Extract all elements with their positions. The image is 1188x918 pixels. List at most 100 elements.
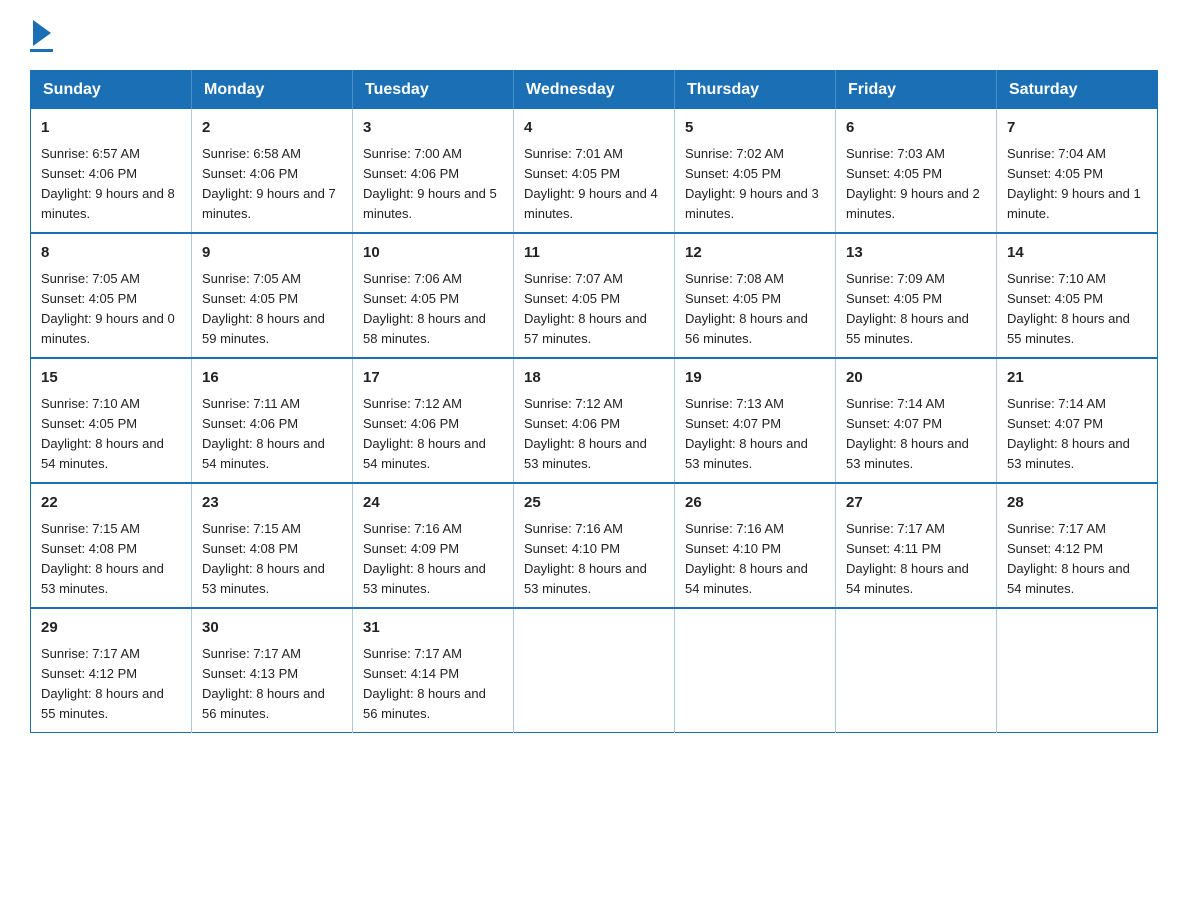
day-number: 23 xyxy=(202,492,342,515)
day-info: Sunrise: 7:16 AMSunset: 4:10 PMDaylight:… xyxy=(524,521,647,596)
day-number: 21 xyxy=(1007,367,1147,390)
weekday-header-monday: Monday xyxy=(192,71,353,110)
day-info: Sunrise: 7:04 AMSunset: 4:05 PMDaylight:… xyxy=(1007,146,1141,221)
day-number: 2 xyxy=(202,117,342,140)
day-number: 26 xyxy=(685,492,825,515)
day-info: Sunrise: 7:15 AMSunset: 4:08 PMDaylight:… xyxy=(202,521,325,596)
logo xyxy=(30,20,53,52)
day-number: 31 xyxy=(363,617,503,640)
day-cell: 14 Sunrise: 7:10 AMSunset: 4:05 PMDaylig… xyxy=(997,233,1158,358)
day-cell: 9 Sunrise: 7:05 AMSunset: 4:05 PMDayligh… xyxy=(192,233,353,358)
day-cell: 28 Sunrise: 7:17 AMSunset: 4:12 PMDaylig… xyxy=(997,483,1158,608)
weekday-header-sunday: Sunday xyxy=(31,71,192,110)
day-info: Sunrise: 7:17 AMSunset: 4:14 PMDaylight:… xyxy=(363,646,486,721)
day-info: Sunrise: 7:10 AMSunset: 4:05 PMDaylight:… xyxy=(1007,271,1130,346)
day-number: 20 xyxy=(846,367,986,390)
day-cell xyxy=(997,608,1158,733)
day-info: Sunrise: 6:58 AMSunset: 4:06 PMDaylight:… xyxy=(202,146,336,221)
page: SundayMondayTuesdayWednesdayThursdayFrid… xyxy=(0,0,1188,753)
day-cell: 20 Sunrise: 7:14 AMSunset: 4:07 PMDaylig… xyxy=(836,358,997,483)
day-number: 18 xyxy=(524,367,664,390)
day-cell: 18 Sunrise: 7:12 AMSunset: 4:06 PMDaylig… xyxy=(514,358,675,483)
day-number: 17 xyxy=(363,367,503,390)
day-cell xyxy=(675,608,836,733)
day-cell: 22 Sunrise: 7:15 AMSunset: 4:08 PMDaylig… xyxy=(31,483,192,608)
day-info: Sunrise: 7:17 AMSunset: 4:12 PMDaylight:… xyxy=(1007,521,1130,596)
day-info: Sunrise: 7:13 AMSunset: 4:07 PMDaylight:… xyxy=(685,396,808,471)
day-cell: 26 Sunrise: 7:16 AMSunset: 4:10 PMDaylig… xyxy=(675,483,836,608)
header xyxy=(30,20,1158,52)
day-cell: 25 Sunrise: 7:16 AMSunset: 4:10 PMDaylig… xyxy=(514,483,675,608)
day-number: 12 xyxy=(685,242,825,265)
day-cell: 27 Sunrise: 7:17 AMSunset: 4:11 PMDaylig… xyxy=(836,483,997,608)
day-cell: 8 Sunrise: 7:05 AMSunset: 4:05 PMDayligh… xyxy=(31,233,192,358)
day-cell: 11 Sunrise: 7:07 AMSunset: 4:05 PMDaylig… xyxy=(514,233,675,358)
week-row-1: 1 Sunrise: 6:57 AMSunset: 4:06 PMDayligh… xyxy=(31,109,1158,233)
day-number: 30 xyxy=(202,617,342,640)
day-cell: 17 Sunrise: 7:12 AMSunset: 4:06 PMDaylig… xyxy=(353,358,514,483)
day-cell: 4 Sunrise: 7:01 AMSunset: 4:05 PMDayligh… xyxy=(514,109,675,233)
day-info: Sunrise: 7:06 AMSunset: 4:05 PMDaylight:… xyxy=(363,271,486,346)
day-number: 4 xyxy=(524,117,664,140)
day-info: Sunrise: 7:12 AMSunset: 4:06 PMDaylight:… xyxy=(363,396,486,471)
day-cell: 12 Sunrise: 7:08 AMSunset: 4:05 PMDaylig… xyxy=(675,233,836,358)
day-number: 9 xyxy=(202,242,342,265)
weekday-header-wednesday: Wednesday xyxy=(514,71,675,110)
weekday-header-row: SundayMondayTuesdayWednesdayThursdayFrid… xyxy=(31,71,1158,110)
day-info: Sunrise: 6:57 AMSunset: 4:06 PMDaylight:… xyxy=(41,146,175,221)
day-cell: 16 Sunrise: 7:11 AMSunset: 4:06 PMDaylig… xyxy=(192,358,353,483)
day-info: Sunrise: 7:08 AMSunset: 4:05 PMDaylight:… xyxy=(685,271,808,346)
day-cell: 2 Sunrise: 6:58 AMSunset: 4:06 PMDayligh… xyxy=(192,109,353,233)
day-number: 28 xyxy=(1007,492,1147,515)
day-number: 10 xyxy=(363,242,503,265)
day-number: 11 xyxy=(524,242,664,265)
day-info: Sunrise: 7:15 AMSunset: 4:08 PMDaylight:… xyxy=(41,521,164,596)
day-number: 19 xyxy=(685,367,825,390)
day-info: Sunrise: 7:00 AMSunset: 4:06 PMDaylight:… xyxy=(363,146,497,221)
day-info: Sunrise: 7:10 AMSunset: 4:05 PMDaylight:… xyxy=(41,396,164,471)
day-number: 29 xyxy=(41,617,181,640)
logo-underline xyxy=(30,49,53,52)
weekday-header-friday: Friday xyxy=(836,71,997,110)
day-number: 13 xyxy=(846,242,986,265)
day-cell: 19 Sunrise: 7:13 AMSunset: 4:07 PMDaylig… xyxy=(675,358,836,483)
day-cell: 6 Sunrise: 7:03 AMSunset: 4:05 PMDayligh… xyxy=(836,109,997,233)
logo-arrow-icon xyxy=(33,20,51,46)
week-row-3: 15 Sunrise: 7:10 AMSunset: 4:05 PMDaylig… xyxy=(31,358,1158,483)
day-cell: 1 Sunrise: 6:57 AMSunset: 4:06 PMDayligh… xyxy=(31,109,192,233)
weekday-header-saturday: Saturday xyxy=(997,71,1158,110)
day-info: Sunrise: 7:01 AMSunset: 4:05 PMDaylight:… xyxy=(524,146,658,221)
weekday-header-tuesday: Tuesday xyxy=(353,71,514,110)
day-info: Sunrise: 7:16 AMSunset: 4:10 PMDaylight:… xyxy=(685,521,808,596)
day-info: Sunrise: 7:14 AMSunset: 4:07 PMDaylight:… xyxy=(1007,396,1130,471)
day-info: Sunrise: 7:16 AMSunset: 4:09 PMDaylight:… xyxy=(363,521,486,596)
day-number: 16 xyxy=(202,367,342,390)
weekday-header-thursday: Thursday xyxy=(675,71,836,110)
day-info: Sunrise: 7:11 AMSunset: 4:06 PMDaylight:… xyxy=(202,396,325,471)
day-cell: 31 Sunrise: 7:17 AMSunset: 4:14 PMDaylig… xyxy=(353,608,514,733)
day-info: Sunrise: 7:17 AMSunset: 4:13 PMDaylight:… xyxy=(202,646,325,721)
day-cell: 13 Sunrise: 7:09 AMSunset: 4:05 PMDaylig… xyxy=(836,233,997,358)
day-info: Sunrise: 7:07 AMSunset: 4:05 PMDaylight:… xyxy=(524,271,647,346)
day-info: Sunrise: 7:03 AMSunset: 4:05 PMDaylight:… xyxy=(846,146,980,221)
day-number: 22 xyxy=(41,492,181,515)
day-info: Sunrise: 7:14 AMSunset: 4:07 PMDaylight:… xyxy=(846,396,969,471)
day-info: Sunrise: 7:12 AMSunset: 4:06 PMDaylight:… xyxy=(524,396,647,471)
day-cell: 15 Sunrise: 7:10 AMSunset: 4:05 PMDaylig… xyxy=(31,358,192,483)
day-cell: 30 Sunrise: 7:17 AMSunset: 4:13 PMDaylig… xyxy=(192,608,353,733)
day-info: Sunrise: 7:17 AMSunset: 4:11 PMDaylight:… xyxy=(846,521,969,596)
day-info: Sunrise: 7:09 AMSunset: 4:05 PMDaylight:… xyxy=(846,271,969,346)
day-number: 15 xyxy=(41,367,181,390)
day-cell: 3 Sunrise: 7:00 AMSunset: 4:06 PMDayligh… xyxy=(353,109,514,233)
day-number: 1 xyxy=(41,117,181,140)
week-row-2: 8 Sunrise: 7:05 AMSunset: 4:05 PMDayligh… xyxy=(31,233,1158,358)
day-info: Sunrise: 7:05 AMSunset: 4:05 PMDaylight:… xyxy=(41,271,175,346)
day-number: 24 xyxy=(363,492,503,515)
day-number: 5 xyxy=(685,117,825,140)
day-cell: 5 Sunrise: 7:02 AMSunset: 4:05 PMDayligh… xyxy=(675,109,836,233)
day-number: 3 xyxy=(363,117,503,140)
day-cell: 7 Sunrise: 7:04 AMSunset: 4:05 PMDayligh… xyxy=(997,109,1158,233)
day-number: 14 xyxy=(1007,242,1147,265)
day-cell: 29 Sunrise: 7:17 AMSunset: 4:12 PMDaylig… xyxy=(31,608,192,733)
week-row-4: 22 Sunrise: 7:15 AMSunset: 4:08 PMDaylig… xyxy=(31,483,1158,608)
